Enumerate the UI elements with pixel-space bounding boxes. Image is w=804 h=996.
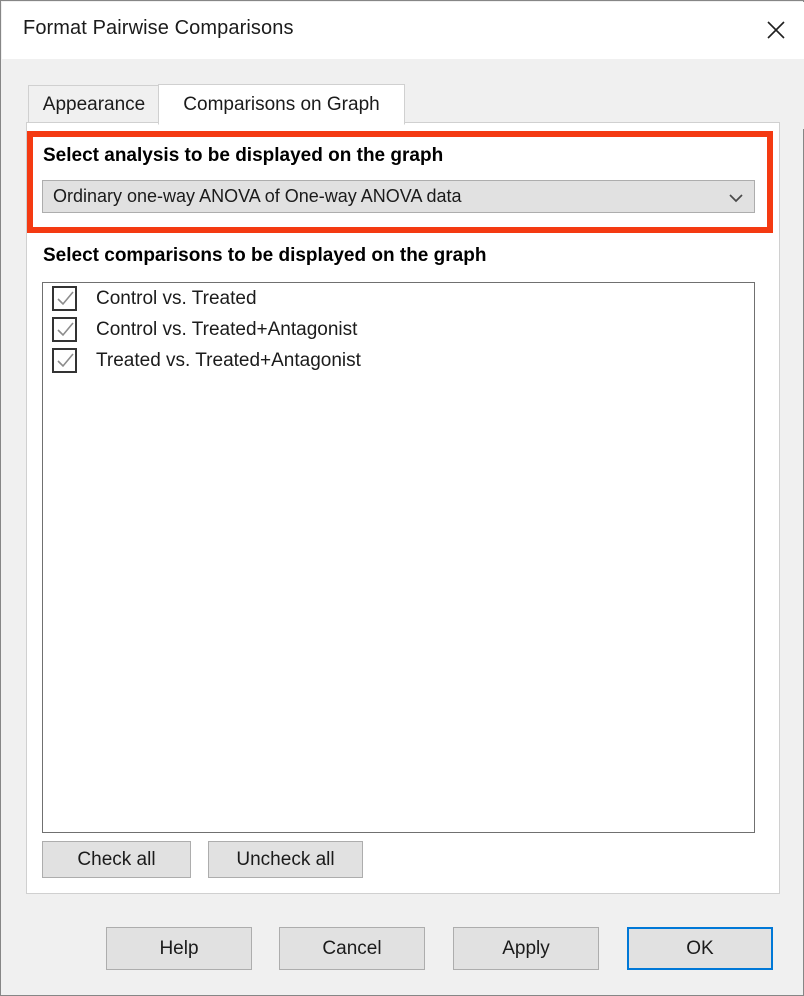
analysis-section-label: Select analysis to be displayed on the g… <box>43 145 444 166</box>
uncheck-all-button[interactable]: Uncheck all <box>208 841 363 878</box>
list-item-label: Treated vs. Treated+Antagonist <box>96 349 361 371</box>
close-icon <box>765 19 787 41</box>
tab-strip: Appearance Comparisons on Graph <box>2 59 804 129</box>
apply-button[interactable]: Apply <box>453 927 599 970</box>
tab-appearance[interactable]: Appearance <box>28 85 160 124</box>
checkbox-icon[interactable] <box>52 317 77 342</box>
analysis-dropdown[interactable]: Ordinary one-way ANOVA of One-way ANOVA … <box>42 180 755 213</box>
list-item-label: Control vs. Treated+Antagonist <box>96 318 358 340</box>
tab-appearance-label: Appearance <box>42 93 146 115</box>
check-all-button[interactable]: Check all <box>42 841 191 878</box>
list-item[interactable]: Treated vs. Treated+Antagonist <box>43 345 754 376</box>
close-button[interactable] <box>748 2 804 58</box>
comparisons-section-label: Select comparisons to be displayed on th… <box>43 245 487 266</box>
page-title: Format Pairwise Comparisons <box>23 17 294 39</box>
list-item[interactable]: Control vs. Treated <box>43 283 754 314</box>
analysis-dropdown-value: Ordinary one-way ANOVA of One-way ANOVA … <box>53 186 462 206</box>
checkbox-icon[interactable] <box>52 348 77 373</box>
tab-comparisons-on-graph-label: Comparisons on Graph <box>183 93 380 115</box>
ok-button[interactable]: OK <box>627 927 773 970</box>
tab-comparisons-on-graph[interactable]: Comparisons on Graph <box>158 84 405 125</box>
format-pairwise-comparisons-dialog: Format Pairwise Comparisons Appearance C… <box>0 0 804 996</box>
comparisons-list[interactable]: Control vs. Treated Control vs. Treated+… <box>42 282 755 833</box>
chevron-down-icon <box>728 191 744 203</box>
cancel-button[interactable]: Cancel <box>279 927 425 970</box>
checkbox-icon[interactable] <box>52 286 77 311</box>
title-bar: Format Pairwise Comparisons <box>2 2 804 59</box>
list-item[interactable]: Control vs. Treated+Antagonist <box>43 314 754 345</box>
list-item-label: Control vs. Treated <box>96 287 257 309</box>
help-button[interactable]: Help <box>106 927 252 970</box>
